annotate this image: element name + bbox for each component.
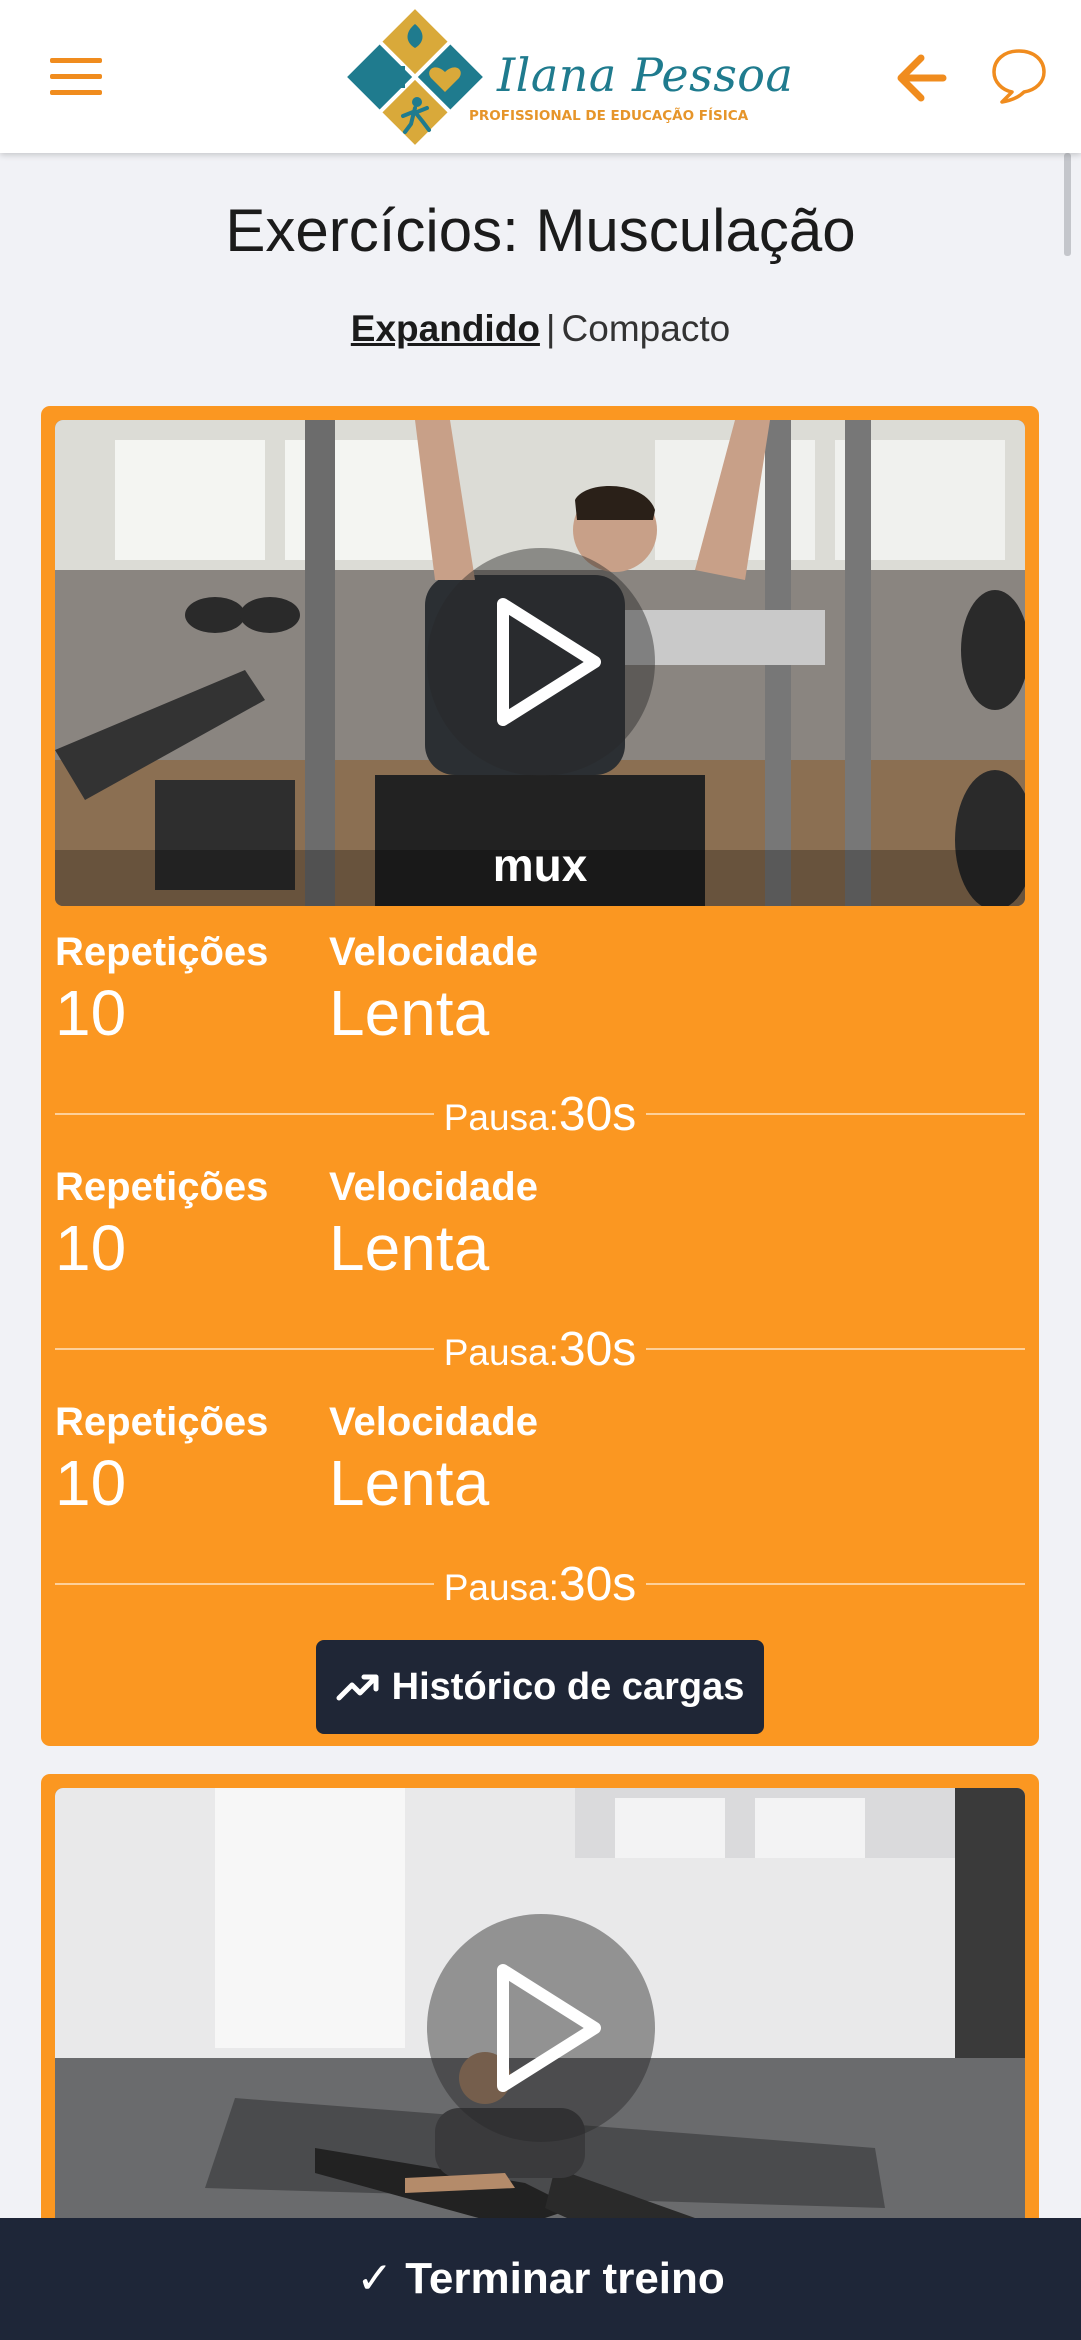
set-row: Repetições 10 Velocidade Lenta <box>55 1400 1025 1520</box>
pause-divider: Pausa:30s <box>55 1321 1025 1377</box>
load-history-button[interactable]: Histórico de cargas <box>316 1640 764 1734</box>
pause-value: 30s <box>558 1087 637 1141</box>
repetitions-label: Repetições <box>55 930 269 974</box>
logo-name: Ilana Pessoa <box>497 48 794 102</box>
repetitions-value: 10 <box>55 1212 127 1284</box>
velocity-value: Lenta <box>329 977 490 1049</box>
set-row: Repetições 10 Velocidade Lenta <box>55 1165 1025 1285</box>
velocity-label: Velocidade <box>329 1165 538 1209</box>
app-header: Ilana Pessoa PROFISSIONAL DE EDUCAÇÃO FÍ… <box>0 0 1081 153</box>
set-row: Repetições 10 Velocidade Lenta <box>55 930 1025 1050</box>
repetitions-value: 10 <box>55 977 127 1049</box>
video-provider-label: mux <box>492 839 588 891</box>
exercise-video[interactable]: mux <box>55 420 1025 906</box>
trending-up-icon <box>336 1674 379 1701</box>
divider-line <box>646 1113 1025 1115</box>
divider-line <box>55 1348 434 1350</box>
play-button[interactable] <box>427 1914 655 2142</box>
divider-line <box>55 1113 434 1115</box>
velocity-value: Lenta <box>329 1212 490 1284</box>
load-history-label: Histórico de cargas <box>391 1665 745 1708</box>
divider-line <box>646 1348 1025 1350</box>
brand-logo[interactable]: Ilana Pessoa PROFISSIONAL DE EDUCAÇÃO FÍ… <box>345 8 793 146</box>
view-compact-link[interactable]: Compacto <box>562 308 731 349</box>
pause-value: 30s <box>558 1322 637 1376</box>
velocity-label: Velocidade <box>329 1400 538 1444</box>
view-expanded-link[interactable]: Expandido <box>351 308 540 349</box>
arrow-left-icon[interactable] <box>893 50 949 106</box>
repetitions-label: Repetições <box>55 1165 269 1209</box>
play-icon <box>497 1964 601 2092</box>
pause-label: Pausa: <box>443 1096 559 1138</box>
view-mode-toggle: Expandido | Compacto <box>0 308 1081 350</box>
logo-subtitle: PROFISSIONAL DE EDUCAÇÃO FÍSICA <box>469 108 749 124</box>
divider-line <box>646 1583 1025 1585</box>
play-button[interactable] <box>427 548 655 776</box>
velocity-label: Velocidade <box>329 930 538 974</box>
finish-workout-button[interactable]: ✓ Terminar treino <box>0 2218 1081 2340</box>
velocity-value: Lenta <box>329 1447 490 1519</box>
page-title: Exercícios: Musculação <box>225 197 856 264</box>
pause-divider: Pausa:30s <box>55 1556 1025 1612</box>
logo-mark-icon <box>347 9 483 145</box>
exercise-card: mux Repetições 10 Velocidade Lenta Pausa… <box>41 406 1039 1746</box>
chat-bubble-icon[interactable] <box>990 46 1048 106</box>
divider-line <box>55 1583 434 1585</box>
repetitions-label: Repetições <box>55 1400 269 1444</box>
pause-value: 30s <box>558 1557 637 1611</box>
pause-label: Pausa: <box>443 1566 559 1608</box>
repetitions-value: 10 <box>55 1447 127 1519</box>
pause-divider: Pausa:30s <box>55 1086 1025 1142</box>
pause-label: Pausa: <box>443 1331 559 1373</box>
hamburger-menu-icon[interactable] <box>50 58 104 98</box>
view-toggle-separator: | <box>545 308 556 349</box>
play-icon <box>497 598 601 726</box>
